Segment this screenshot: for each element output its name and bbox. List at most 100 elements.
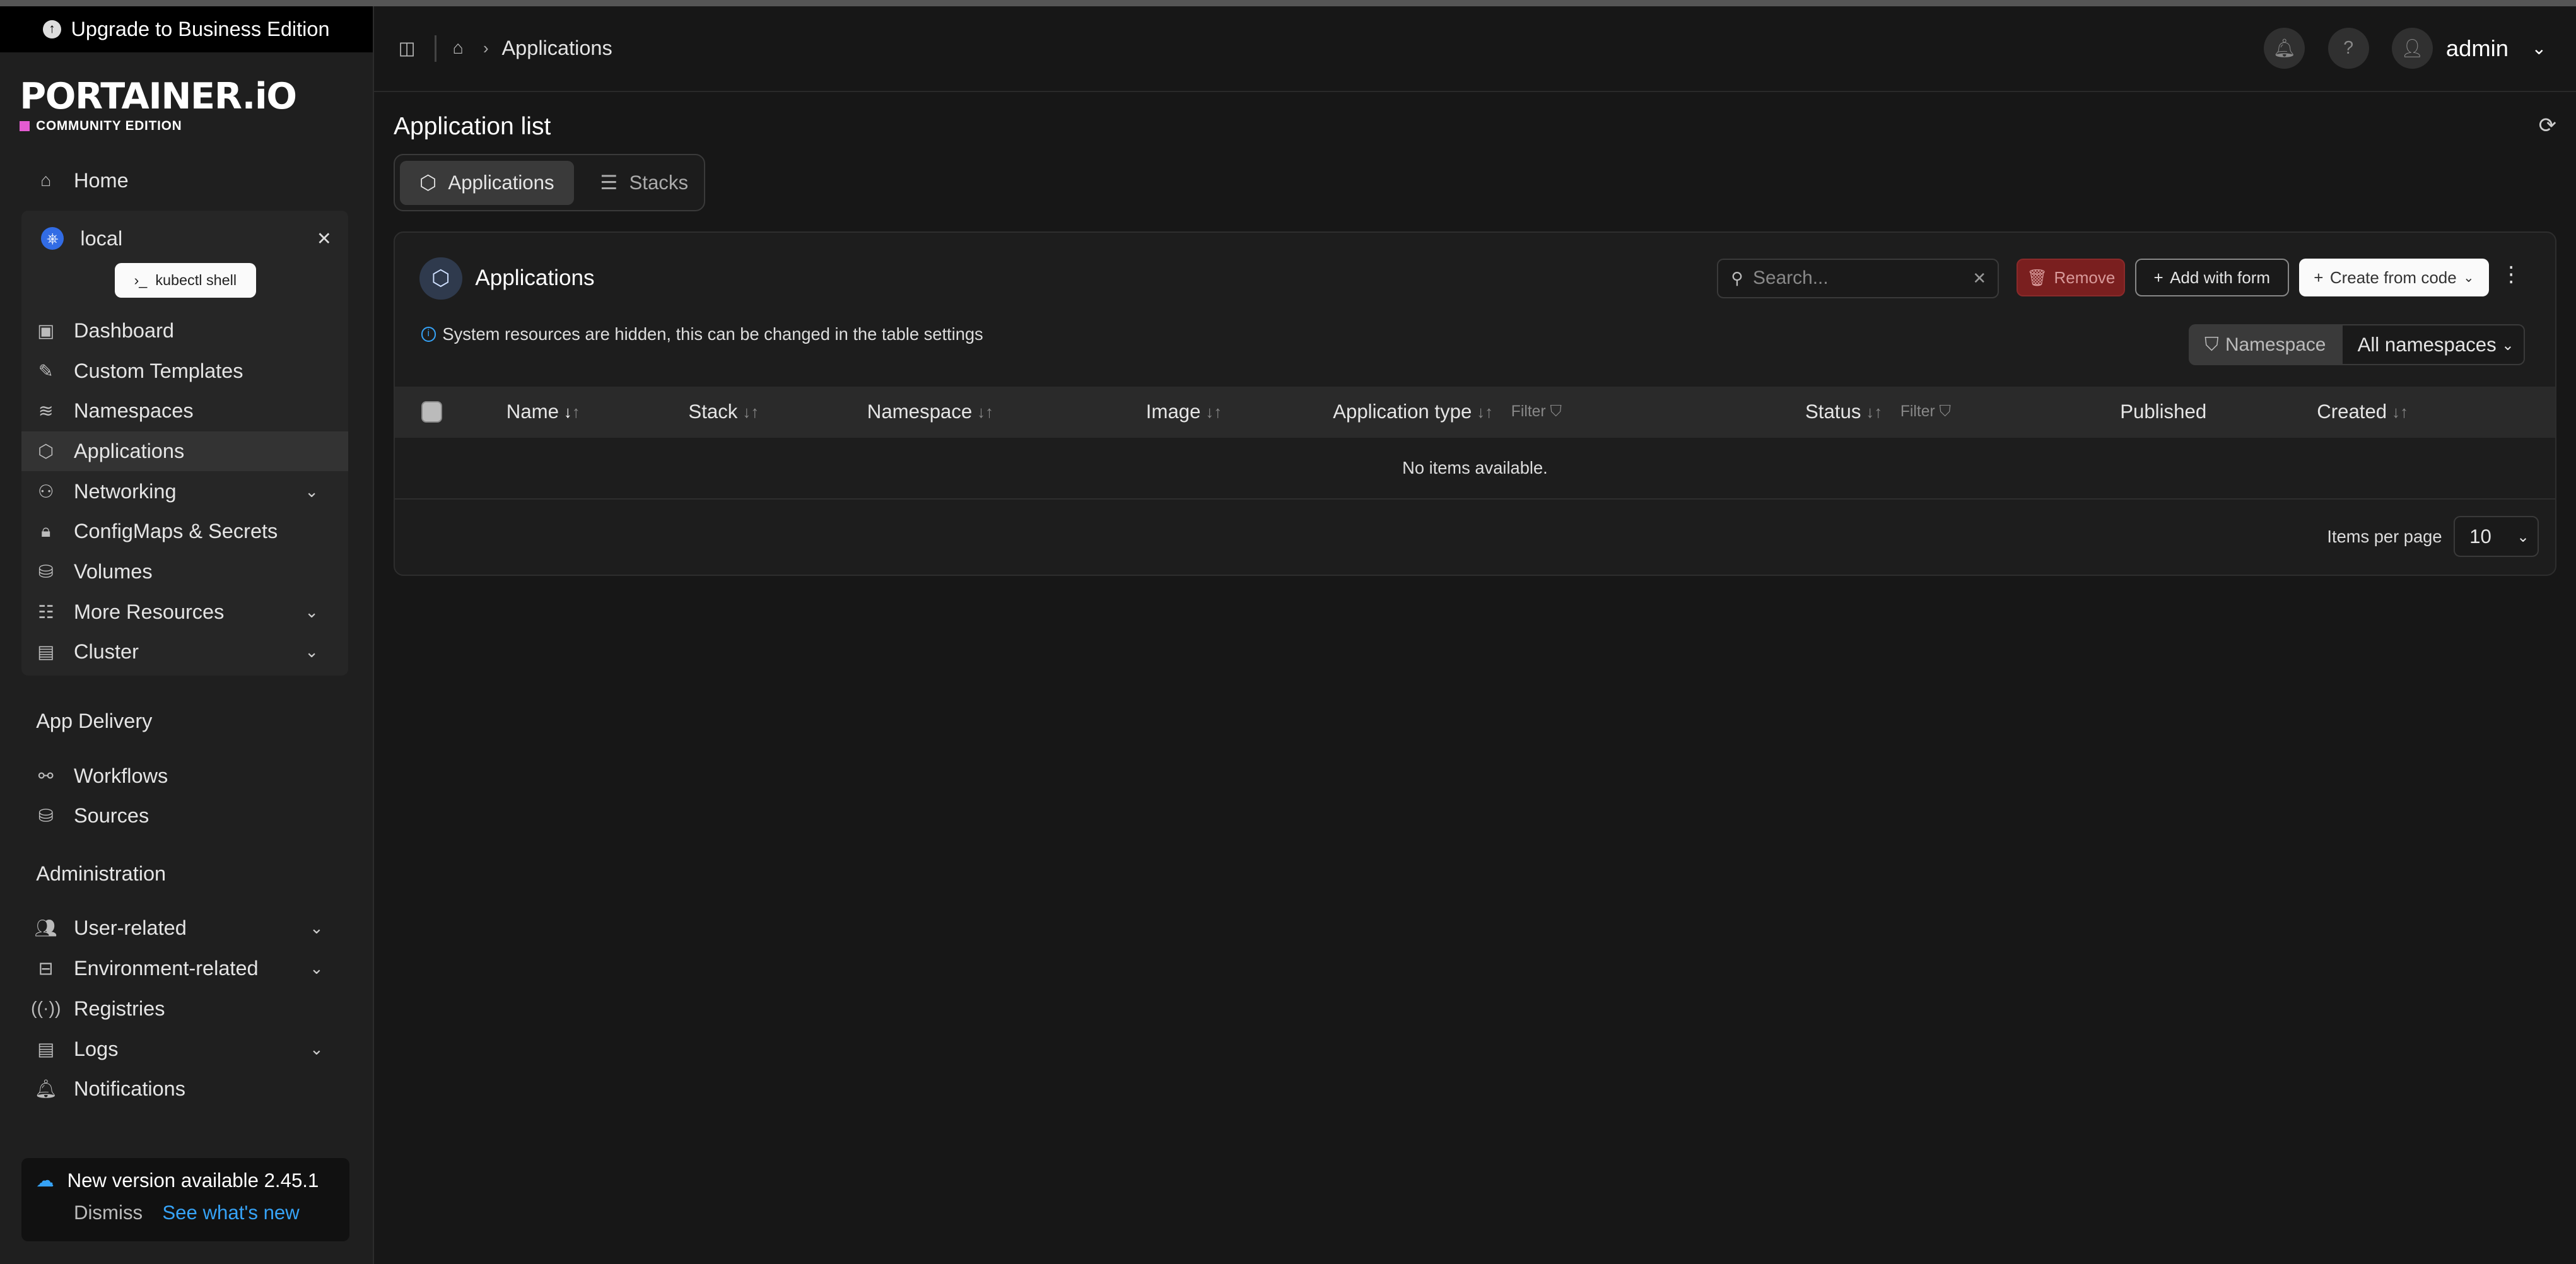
user-menu[interactable]: 👤︎ admin ⌄ [2392,28,2546,69]
sidebar-item-registries[interactable]: ((·)) Registries [0,989,373,1029]
panel-header: ⬡ Applications [419,257,595,300]
update-message: New version available 2.45.1 [67,1169,319,1191]
kubectl-shell-button[interactable]: ›_ kubectl shell [114,263,256,298]
sidebar-item-namespaces[interactable]: ≋ Namespaces [21,391,348,431]
trash-icon: 🗑︎ [2027,267,2048,287]
workflow-icon: ⚯ [38,766,54,787]
sort-icon: ↓↑ [1205,402,1222,421]
sort-icon: ↓↑ [1477,402,1494,421]
hard-drive-icon: ⊟ [38,959,54,980]
sort-icon: ↓↑ [1866,402,1883,421]
sidebar-item-dashboard[interactable]: ▣ Dashboard [21,311,348,351]
chevron-down-icon: ⌄ [2531,38,2547,59]
help-icon[interactable]: ? [2327,28,2369,69]
column-published: Published [2120,401,2207,423]
namespace-filter-label: ⛉ Namespace [2189,324,2342,366]
select-all-checkbox[interactable] [421,401,443,423]
chevron-right-icon: › [483,38,489,58]
sidebar: ↑ Upgrade to Business Edition PORTAINER.… [0,6,374,1264]
chevron-down-icon: ⌄ [2517,528,2529,545]
close-environment-icon[interactable]: ✕ [317,228,332,250]
filter-icon: ⛉ [1550,403,1562,421]
refresh-icon[interactable]: ⟳ [2539,113,2556,138]
empty-table-message: No items available. [395,438,2555,500]
items-per-page-label: Items per page [2327,526,2442,546]
top-header: ◫ ⌂ › Applications 🔔︎ ? 👤︎ admin ⌄ [373,6,2576,92]
home-icon: ⌂ [40,170,52,191]
chevron-down-icon[interactable]: ⌄ [305,482,319,501]
sidebar-item-home[interactable]: ⌂ Home [0,161,373,201]
chevron-down-icon[interactable]: ⌄ [310,959,324,978]
sidebar-item-custom-templates[interactable]: ✎ Custom Templates [21,351,348,391]
list-icon: ☰ [600,171,618,194]
sidebar-item-user-related[interactable]: 👥︎ User-related ⌄ [0,908,373,949]
chevron-down-icon[interactable]: ⌄ [305,602,319,622]
sidebar-item-logs[interactable]: ▤ Logs ⌄ [0,1029,373,1069]
create-from-code-button[interactable]: + Create from code ⌄ [2298,259,2490,296]
items-per-page-select[interactable]: 10 ⌄ [2453,516,2539,558]
sidebar-item-workflows[interactable]: ⚯ Workflows [0,756,373,796]
column-application-type[interactable]: Application type ↓↑ Filter ⛉ [1333,387,1562,438]
bell-icon: 🔔︎ [34,1079,57,1100]
remove-button[interactable]: 🗑︎ Remove [2017,259,2125,296]
chevron-down-icon[interactable]: ⌄ [310,1039,324,1059]
filter-icon: ⛉ [1939,403,1952,421]
sort-desc-icon: ↓↑ [563,402,580,421]
column-created[interactable]: Created ↓↑ [2317,387,2408,438]
tab-stacks[interactable]: ☰ Stacks [580,161,708,205]
chevron-down-icon[interactable]: ⌄ [305,642,319,662]
sidebar-toggle-icon[interactable]: ◫ [399,37,418,59]
chevron-down-icon: ⌄ [2502,336,2514,353]
namespace-select[interactable]: All namespaces ⌄ [2341,324,2526,366]
upgrade-banner[interactable]: ↑ Upgrade to Business Edition [0,6,373,53]
sort-icon: ↓↑ [742,402,759,421]
arrow-up-circle-icon: ↑ [43,20,61,39]
column-name[interactable]: Name ↓↑ [506,387,580,438]
sidebar-item-cluster[interactable]: ▤ Cluster ⌄ [21,632,348,672]
system-resources-notice: i System resources are hidden, this can … [421,324,983,344]
bell-icon[interactable]: 🔔︎ [2264,28,2305,69]
user-avatar-icon: 👤︎ [2392,28,2433,69]
tab-applications[interactable]: ⬡ Applications [399,160,574,205]
sidebar-item-applications[interactable]: ⬡ Applications [21,431,348,472]
applications-panel: ⬡ Applications ⚲ ✕ 🗑︎ Remove + Add with … [394,231,2556,576]
network-icon: ⚇ [37,481,54,502]
add-with-form-button[interactable]: + Add with form [2134,259,2289,296]
edit-icon: ✎ [38,361,54,382]
sidebar-item-notifications[interactable]: 🔔︎ Notifications [0,1069,373,1109]
clear-search-icon[interactable]: ✕ [1972,269,1986,288]
sidebar-item-environment-related[interactable]: ⊟ Environment-related ⌄ [0,949,373,989]
search-input[interactable] [1753,267,1963,290]
terminal-icon: ›_ [134,272,148,289]
column-image[interactable]: Image ↓↑ [1146,387,1222,438]
chevron-down-icon[interactable]: ⌄ [310,918,324,938]
table-header: Name ↓↑ Stack ↓↑ Namespace ↓↑ Image ↓↑ A… [395,386,2555,438]
search-box: ⚲ ✕ [1716,259,1999,298]
breadcrumb: Applications [501,37,612,60]
column-stack[interactable]: Stack ↓↑ [688,387,759,438]
environment-header[interactable]: ⎈ local ✕ [21,217,348,260]
column-status[interactable]: Status ↓↑ Filter ⛉ [1805,387,1951,438]
sidebar-item-volumes[interactable]: ⛁ Volumes [21,552,348,592]
section-title-app-delivery: App Delivery [36,710,153,733]
search-icon: ⚲ [1731,268,1743,288]
radio-icon: ((·)) [30,998,61,1019]
status-filter[interactable]: Filter ⛉ [1900,403,1951,421]
more-options-icon[interactable]: ⋮ [2500,262,2522,287]
dismiss-button[interactable]: Dismiss [74,1202,143,1224]
home-icon[interactable]: ⌂ [453,38,464,59]
edition-label: COMMUNITY EDITION [20,119,353,134]
sidebar-item-networking[interactable]: ⚇ Networking ⌄ [21,471,348,512]
sidebar-item-configmaps-secrets[interactable]: 🔒︎ ConfigMaps & Secrets [21,512,348,552]
application-type-filter[interactable]: Filter ⛉ [1511,403,1562,421]
column-namespace[interactable]: Namespace ↓↑ [867,387,993,438]
lock-icon: 🔒︎ [41,521,51,542]
sidebar-item-sources[interactable]: ⛁ Sources [0,796,373,836]
environment-name: local [80,226,123,250]
panel-title: Applications [475,266,595,291]
sidebar-item-more-resources[interactable]: ☷ More Resources ⌄ [21,592,348,632]
layers-icon: ≋ [38,401,54,422]
dashboard-icon: ▣ [37,320,55,341]
see-whats-new-link[interactable]: See what's new [162,1202,299,1224]
database-icon: ⛁ [38,806,54,827]
